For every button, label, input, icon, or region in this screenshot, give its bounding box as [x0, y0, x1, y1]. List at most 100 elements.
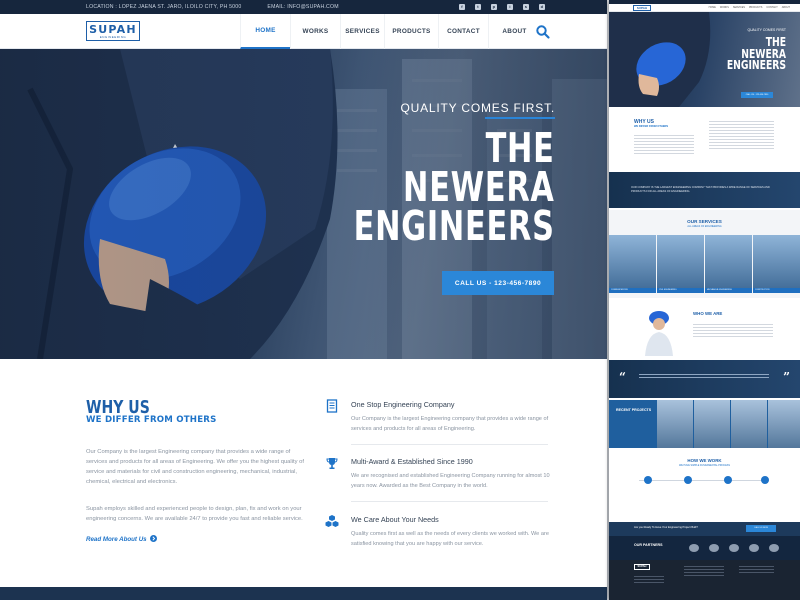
preview-partner-logo — [729, 544, 739, 552]
preview-service-label: CONSTRUCTION — [753, 288, 800, 293]
logo[interactable]: SUPAH ENGINEERING — [86, 21, 140, 41]
preview-service-label: COMMUNICATIONS — [609, 288, 656, 293]
preview-projects: RECENT PROJECTS — [609, 400, 800, 448]
preview-services-title: OUR SERVICES — [687, 219, 722, 224]
main-mockup: LOCATION : LOPEZ JAENA ST. JARO, ILOILO … — [0, 0, 607, 600]
nav-menu: HOME WORKS SERVICES PRODUCTS CONTACT ABO… — [240, 14, 540, 49]
nav-item-products[interactable]: PRODUCTS — [384, 14, 438, 49]
preview-feature-lines — [709, 121, 774, 151]
main-navbar: SUPAH ENGINEERING HOME WORKS SERVICES PR… — [0, 14, 607, 49]
why-us-paragraph-2: Supah employs skilled and experienced pe… — [86, 506, 303, 522]
preview-why-section: WHY US WE DIFFER FROM OTHERS — [609, 107, 800, 170]
preview-who-lines — [693, 324, 773, 339]
search-icon[interactable] — [535, 24, 551, 40]
preview-footer: SUPAH — [609, 560, 800, 600]
feature-desc: Our Company is the largest Engineering c… — [351, 416, 549, 432]
preview-footer-lines — [684, 566, 724, 578]
hero-tagline-underline — [485, 117, 555, 119]
pinterest-icon[interactable]: p — [491, 4, 497, 10]
preview-partner-logo — [709, 544, 719, 552]
call-us-button[interactable]: CALL US - 123-456-7890 — [442, 271, 554, 295]
preview-work-title: HOW WE WORK — [687, 458, 722, 463]
preview-hero-line-3: ENGINEERS — [726, 57, 786, 72]
feature-title: Multi-Award & Established Since 1990 — [351, 457, 473, 466]
preview-step-dot — [644, 476, 652, 484]
preview-nav-item: HOME — [708, 6, 716, 9]
logo-word: SUPAH — [89, 22, 137, 36]
cubes-icon — [325, 515, 339, 527]
preview-quote-band: “ ” — [609, 360, 800, 398]
preview-footer-lines — [634, 576, 664, 585]
preview-footer-lines — [739, 566, 774, 575]
read-more-link[interactable]: Read More About Us — [86, 535, 158, 543]
full-page-preview: SUPAH HOME WORKS SERVICES PRODUCTS CONTA… — [609, 0, 800, 600]
facebook-icon[interactable]: f — [459, 4, 465, 10]
preview-statement-band: OUR COMPANY IS THE LARGEST ENGINEERING C… — [609, 172, 800, 208]
preview-services: OUR SERVICES ALL AREAS OF ENGINEERING CO… — [609, 210, 800, 298]
top-info-bar: LOCATION : LOPEZ JAENA ST. JARO, ILOILO … — [0, 0, 607, 14]
preview-hero-title: THE NEWERA ENGINEERS — [727, 36, 786, 71]
preview-nav-item: CONTACT — [766, 6, 778, 9]
preview-partner-logo — [749, 544, 759, 552]
page-stage: LOCATION : LOPEZ JAENA ST. JARO, ILOILO … — [0, 0, 800, 600]
preview-ready-text: Are you Ready To Have Your Engineering P… — [634, 526, 698, 529]
dribbble-icon[interactable]: d — [539, 4, 545, 10]
skype-icon[interactable]: s — [523, 4, 529, 10]
preview-partner-logo — [769, 544, 779, 552]
preview-who-image — [645, 311, 673, 356]
email-text[interactable]: EMAIL: INFO@SUPAH.COM — [267, 4, 338, 10]
preview-who-title: WHO WE ARE — [693, 311, 723, 316]
logo-subtitle: ENGINEERING — [99, 34, 127, 39]
twitter-icon[interactable]: t — [475, 4, 481, 10]
preview-nav-item: SERVICES — [732, 6, 745, 9]
preview-nav-links: HOME WORKS SERVICES PRODUCTS CONTACT ABO… — [709, 6, 790, 9]
hero-banner: QUALITY COMES FIRST. THE NEWERA ENGINEER… — [0, 49, 607, 359]
preview-text-lines — [634, 135, 694, 156]
preview-project-image — [694, 400, 730, 448]
preview-statement-text: OUR COMPANY IS THE LARGEST ENGINEERING C… — [631, 186, 770, 193]
preview-nav-item: ABOUT — [781, 6, 790, 9]
preview-nav-item: WORKS — [719, 6, 729, 9]
quote-open-icon: “ — [619, 370, 626, 384]
preview-service-tile: MECHANICAL ENGINEERING — [705, 235, 752, 293]
read-more-label: Read More About Us — [86, 536, 147, 543]
preview-why-subtitle: WE DIFFER FROM OTHERS — [634, 125, 669, 128]
preview-service-tile: COMMUNICATIONS — [609, 235, 656, 293]
preview-call-button: CALL US - 123-456-7890 — [741, 92, 773, 98]
preview-step-dot — [724, 476, 732, 484]
feature-title: We Care About Your Needs — [351, 515, 439, 524]
arrow-circle-icon — [150, 535, 158, 542]
preview-step-dot — [761, 476, 769, 484]
quote-close-icon: ” — [783, 370, 790, 384]
preview-projects-title: RECENT PROJECTS — [616, 408, 652, 412]
preview-who-section: WHO WE ARE — [609, 300, 800, 358]
preview-footer-logo: SUPAH — [634, 564, 650, 570]
preview-service-label: MECHANICAL ENGINEERING — [705, 288, 752, 293]
preview-services-subtitle: ALL AREAS OF ENGINEERING — [687, 225, 722, 228]
nav-item-about[interactable]: ABOUT — [488, 14, 540, 49]
preview-engineer-image — [609, 12, 711, 107]
preview-navbar: SUPAH HOME WORKS SERVICES PRODUCTS CONTA… — [609, 4, 800, 12]
hero-title: THE NEWERA ENGINEERS — [353, 128, 555, 250]
location-text: LOCATION : LOPEZ JAENA ST. JARO, ILOILO … — [86, 4, 242, 10]
preview-service-tile: CIVIL ENGINEERING — [657, 235, 704, 293]
nav-item-contact[interactable]: CONTACT — [438, 14, 488, 49]
feature-desc: Quality comes first as well as the needs… — [351, 531, 549, 547]
instagram-icon[interactable]: i — [507, 4, 513, 10]
preview-project-image — [657, 400, 693, 448]
feature-desc: We are recognised and established Engine… — [351, 473, 550, 489]
social-links: f t p i s d — [459, 4, 545, 10]
nav-item-services[interactable]: SERVICES — [340, 14, 384, 49]
preview-partners: OUR PARTNERS — [609, 536, 800, 560]
preview-how-we-work: HOW WE WORK WE HAVE SIMPLE FUNDAMENTAL P… — [609, 450, 800, 520]
nav-item-home[interactable]: HOME — [240, 14, 290, 49]
feature-title: One Stop Engineering Company — [351, 400, 455, 409]
preview-ready-button: CALL US NOW — [746, 525, 776, 532]
preview-service-label: CIVIL ENGINEERING — [657, 288, 704, 293]
hero-title-line-3: ENGINEERS — [353, 202, 555, 250]
hero-tagline: QUALITY COMES FIRST. — [400, 101, 555, 115]
preview-nav-item: PRODUCTS — [748, 6, 763, 9]
why-us-subtitle: WE DIFFER FROM OTHERS — [86, 415, 217, 425]
nav-item-works[interactable]: WORKS — [290, 14, 340, 49]
preview-partners-title: OUR PARTNERS — [634, 543, 663, 547]
